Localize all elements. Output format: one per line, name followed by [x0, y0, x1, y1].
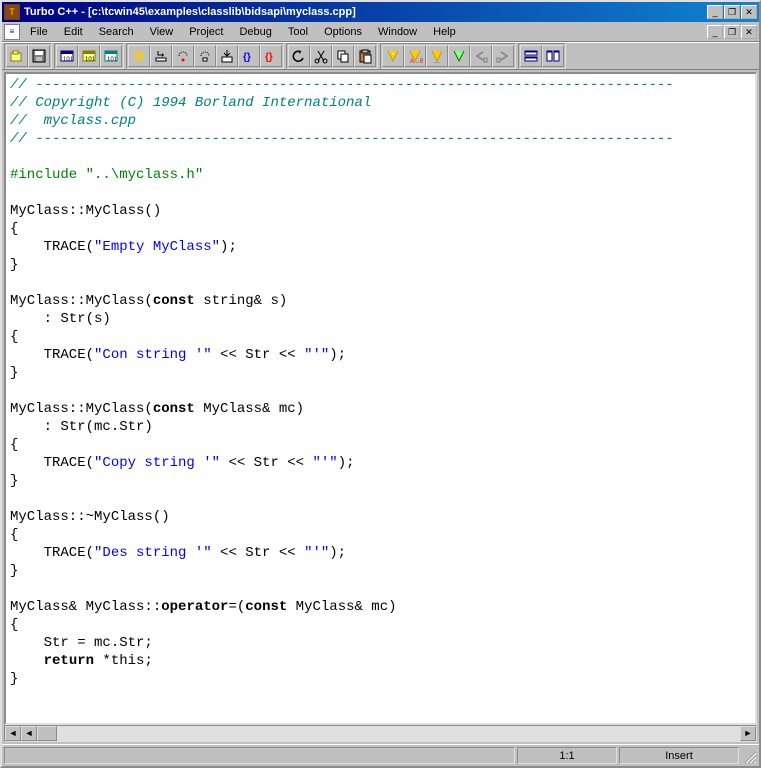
- menu-debug[interactable]: Debug: [231, 24, 279, 40]
- window-title: Turbo C++ - [c:\tcwin45\examples\classli…: [24, 6, 707, 18]
- resize-grip[interactable]: [741, 747, 757, 764]
- view-project-button[interactable]: 101: [56, 45, 78, 67]
- mdi-close-button[interactable]: ✕: [741, 25, 757, 39]
- statusbar: 1:1 Insert: [2, 744, 759, 766]
- svg-text:101: 101: [107, 57, 118, 63]
- open-button[interactable]: [6, 45, 28, 67]
- find-next-button[interactable]: A→B: [404, 45, 426, 67]
- breakpoint-list-button[interactable]: {}: [260, 45, 282, 67]
- cut-button[interactable]: [310, 45, 332, 67]
- main-window: T Turbo C++ - [c:\tcwin45\examples\class…: [0, 0, 761, 768]
- scroll-right-button[interactable]: ►: [740, 726, 756, 741]
- save-button[interactable]: [28, 45, 50, 67]
- document-icon[interactable]: ≡: [4, 24, 20, 40]
- app-icon: T: [4, 4, 20, 20]
- scroll-thumb[interactable]: [37, 726, 57, 741]
- next-error-button[interactable]: [492, 45, 514, 67]
- menu-tool[interactable]: Tool: [280, 24, 316, 40]
- toggle-breakpoint-button[interactable]: {}: [238, 45, 260, 67]
- find-button[interactable]: [382, 45, 404, 67]
- menu-help[interactable]: Help: [425, 24, 464, 40]
- svg-text:101: 101: [85, 57, 96, 63]
- minimize-button[interactable]: _: [707, 5, 723, 19]
- toolbar: 101 101 101 {} {} A→B ...: [2, 42, 759, 70]
- run-button[interactable]: [128, 45, 150, 67]
- tile-horizontal-button[interactable]: [520, 45, 542, 67]
- svg-text:...: ...: [434, 59, 439, 64]
- prev-error-button[interactable]: [470, 45, 492, 67]
- undo-button[interactable]: [288, 45, 310, 67]
- evaluate-button[interactable]: [194, 45, 216, 67]
- status-message: [4, 747, 515, 764]
- insert-mode: Insert: [619, 747, 739, 764]
- menu-view[interactable]: View: [142, 24, 182, 40]
- menu-options[interactable]: Options: [316, 24, 370, 40]
- trace-into-button[interactable]: [172, 45, 194, 67]
- close-button[interactable]: ✕: [741, 5, 757, 19]
- svg-text:A→B: A→B: [410, 59, 423, 64]
- add-watch-button[interactable]: [216, 45, 238, 67]
- mdi-restore-button[interactable]: ❐: [724, 25, 740, 39]
- menubar: ≡ File Edit Search View Project Debug To…: [2, 22, 759, 42]
- cursor-position: 1:1: [517, 747, 617, 764]
- menu-search[interactable]: Search: [91, 24, 142, 40]
- tile-vertical-button[interactable]: [542, 45, 564, 67]
- paste-button[interactable]: [354, 45, 376, 67]
- scroll-track[interactable]: [37, 726, 740, 741]
- menu-edit[interactable]: Edit: [56, 24, 91, 40]
- view-tree-button[interactable]: 101: [100, 45, 122, 67]
- code-editor[interactable]: // -------------------------------------…: [4, 72, 757, 725]
- replace-button[interactable]: ...: [426, 45, 448, 67]
- view-message-button[interactable]: 101: [78, 45, 100, 67]
- scroll-left-button[interactable]: ◄: [5, 726, 21, 741]
- maximize-button[interactable]: ❐: [724, 5, 740, 19]
- svg-text:{}: {}: [265, 52, 273, 63]
- titlebar[interactable]: T Turbo C++ - [c:\tcwin45\examples\class…: [2, 2, 759, 22]
- svg-text:{}: {}: [243, 52, 251, 63]
- menu-window[interactable]: Window: [370, 24, 425, 40]
- step-over-button[interactable]: [150, 45, 172, 67]
- menu-project[interactable]: Project: [181, 24, 231, 40]
- scroll-left2-button[interactable]: ◄: [21, 726, 37, 741]
- mdi-minimize-button[interactable]: _: [707, 25, 723, 39]
- menu-file[interactable]: File: [22, 24, 56, 40]
- goto-button[interactable]: [448, 45, 470, 67]
- editor-area: // -------------------------------------…: [2, 70, 759, 744]
- horizontal-scrollbar[interactable]: ◄ ◄ ►: [4, 725, 757, 742]
- copy-button[interactable]: [332, 45, 354, 67]
- svg-text:101: 101: [63, 57, 74, 63]
